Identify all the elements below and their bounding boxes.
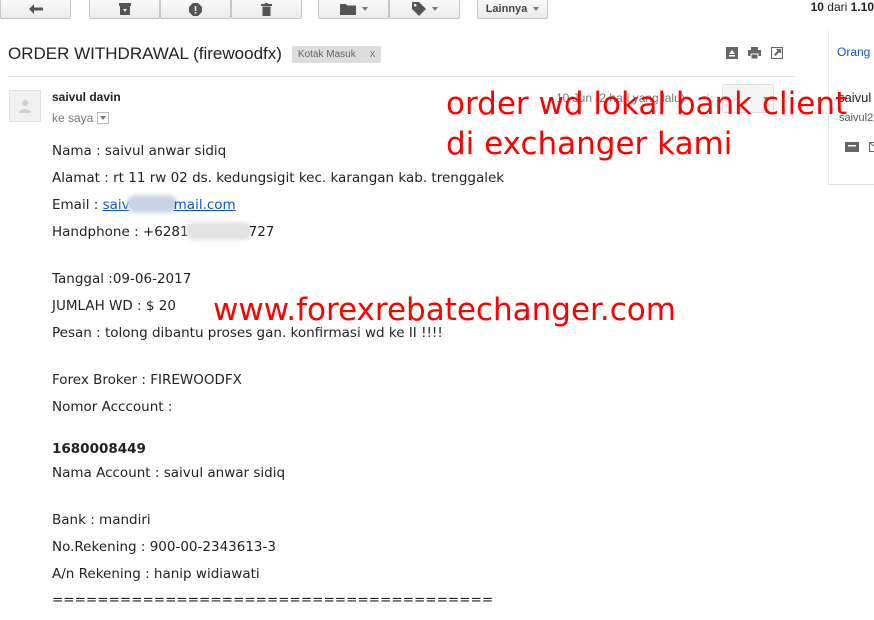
body-broker: Forex Broker : FIREWOODFX xyxy=(52,372,242,388)
phone-start: Handphone : +6281 xyxy=(52,224,189,240)
pager: 10 dari 1.10 xyxy=(811,0,874,14)
pager-range: 10 xyxy=(810,0,824,14)
expand-all-icon[interactable] xyxy=(726,46,738,64)
show-details-button[interactable] xyxy=(97,112,110,124)
labels-button[interactable] xyxy=(389,0,460,19)
body-jumlah: JUMLAH WD : $ 20 xyxy=(52,298,176,314)
body-alamat: Alamat : rt 11 rw 02 ds. kedungsigit kec… xyxy=(52,170,505,186)
divider xyxy=(829,184,874,185)
people-panel-header[interactable]: Orang xyxy=(837,45,870,59)
annotation-order: order wd lokal bank client xyxy=(446,86,848,122)
arrow-left-icon xyxy=(28,4,43,14)
page-title: ORDER WITHDRAWAL (firewoodfx) xyxy=(8,44,282,63)
redaction-blur xyxy=(129,198,174,210)
body-email: Email : saiv mail.com xyxy=(52,197,236,213)
archive-button[interactable] xyxy=(89,0,160,19)
phone-end: 727 xyxy=(248,224,275,240)
pager-of: dari xyxy=(827,0,848,14)
folder-icon xyxy=(339,3,356,15)
label-chip[interactable]: Kotak Masuk x xyxy=(291,45,382,63)
chevron-down-icon xyxy=(431,7,438,11)
label-chip-text: Kotak Masuk xyxy=(297,48,356,60)
print-icon[interactable] xyxy=(748,46,761,64)
sender-name[interactable]: saivul davin xyxy=(52,90,121,104)
move-to-button[interactable] xyxy=(318,0,389,19)
remove-label-button[interactable]: x xyxy=(370,48,376,60)
body-separator: ======================================= xyxy=(52,592,494,608)
divider xyxy=(8,76,795,77)
email-start: saiv xyxy=(102,197,130,213)
body-account-number: 1680008449 xyxy=(52,441,146,457)
body-nama-account: Nama Account : saivul anwar sidiq xyxy=(52,465,286,481)
subject-actions xyxy=(726,46,784,64)
back-button[interactable] xyxy=(0,0,71,19)
new-window-icon[interactable] xyxy=(770,46,784,64)
archive-icon xyxy=(118,3,131,15)
toolbar: Lainnya 10 dari 1.10 xyxy=(0,0,874,22)
chevron-down-icon xyxy=(533,7,540,11)
body-rekening: No.Rekening : 900-00-2343613-3 xyxy=(52,539,276,555)
body-an-rekening: A/n Rekening : hanip widiawati xyxy=(52,566,260,582)
subject-row: ORDER WITHDRAWAL (firewoodfx) Kotak Masu… xyxy=(8,44,382,64)
chevron-down-icon xyxy=(361,7,368,11)
body-handphone: Handphone : +6281 727 xyxy=(52,224,274,240)
pager-total: 1.10 xyxy=(850,0,874,14)
body-tanggal: Tanggal :09-06-2017 xyxy=(52,271,192,287)
contact-actions xyxy=(845,139,874,157)
trash-icon xyxy=(261,2,272,16)
more-button[interactable]: Lainnya xyxy=(477,0,548,19)
delete-button[interactable] xyxy=(231,0,302,19)
tag-icon xyxy=(411,2,426,16)
email-end: mail.com xyxy=(173,197,236,213)
body-nomor-label: Nomor Acccount : xyxy=(52,399,173,415)
person-icon xyxy=(19,100,31,113)
annotation-exchanger: di exchanger kami xyxy=(446,126,733,162)
redaction-blur xyxy=(188,225,249,237)
body-bank: Bank : mandiri xyxy=(52,512,151,528)
report-spam-icon xyxy=(189,2,202,16)
chevron-down-icon xyxy=(100,116,107,120)
avatar[interactable] xyxy=(9,90,41,122)
body-nama: Nama : saivul anwar sidiq xyxy=(52,143,227,159)
email-icon[interactable] xyxy=(869,139,874,157)
recipient-text: ke saya xyxy=(52,111,94,125)
more-label: Lainnya xyxy=(485,3,528,15)
annotation-website: www.forexrebatechanger.com xyxy=(213,292,676,328)
recipient-line: ke saya xyxy=(52,111,110,125)
report-spam-button[interactable] xyxy=(160,0,231,19)
mail-icon[interactable] xyxy=(845,139,859,157)
email-link[interactable]: saiv mail.com xyxy=(103,197,236,213)
email-label: Email : xyxy=(52,197,103,213)
